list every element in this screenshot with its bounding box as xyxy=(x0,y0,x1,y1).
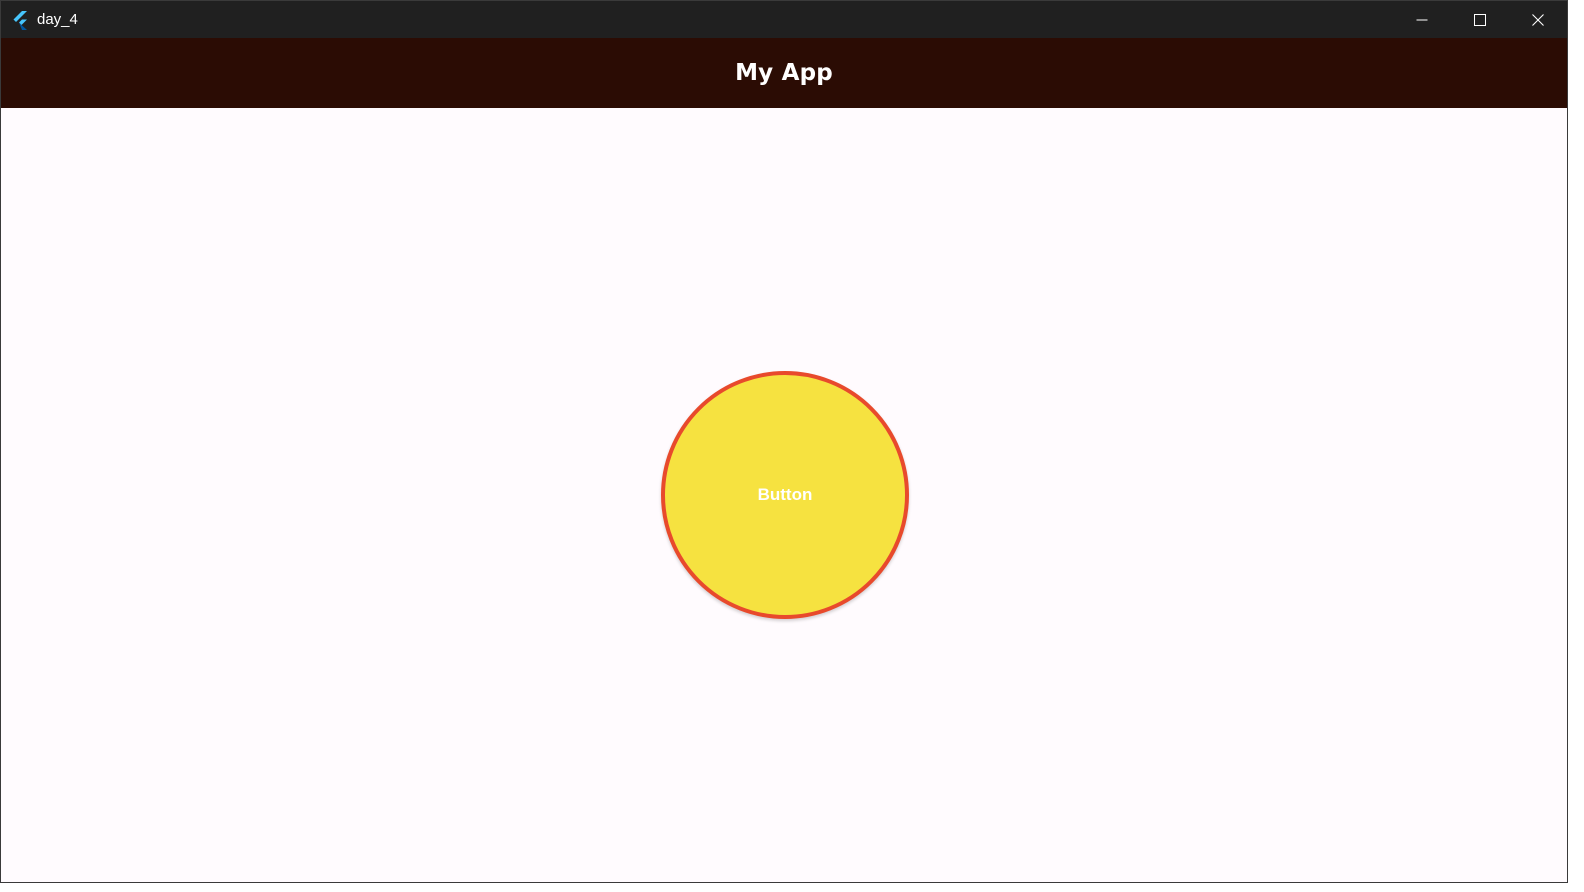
app-window: day_4 My App Button xyxy=(0,0,1568,883)
close-icon xyxy=(1532,13,1544,26)
minimize-icon xyxy=(1416,19,1428,20)
maximize-button[interactable] xyxy=(1451,1,1509,38)
app-bar: My App xyxy=(1,38,1567,108)
circle-button[interactable]: Button xyxy=(661,371,909,619)
flutter-logo-icon xyxy=(13,11,27,30)
maximize-icon xyxy=(1474,13,1486,26)
close-button[interactable] xyxy=(1509,1,1567,38)
window-title: day_4 xyxy=(37,11,78,28)
circle-button-label: Button xyxy=(757,485,813,504)
app-bar-title: My App xyxy=(735,60,833,86)
minimize-button[interactable] xyxy=(1393,1,1451,38)
window-titlebar[interactable]: day_4 xyxy=(1,1,1567,38)
main-content: Button xyxy=(1,108,1567,882)
